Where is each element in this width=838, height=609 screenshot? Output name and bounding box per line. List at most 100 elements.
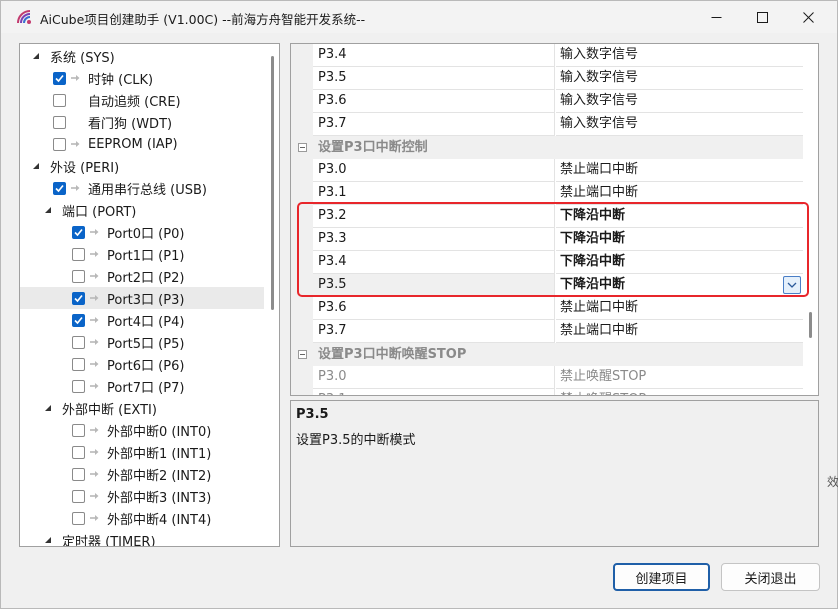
tree-item[interactable]: Port2口 (P2): [20, 265, 264, 287]
grid-category[interactable]: 设置P3口中断唤醒STOP: [291, 343, 803, 366]
tree-item[interactable]: 外部中断 (EXTI): [20, 397, 264, 419]
close-exit-button[interactable]: 关闭退出: [721, 563, 820, 591]
tree-item-checkbox[interactable]: [72, 269, 85, 283]
tree-scrollbar[interactable]: [271, 56, 274, 310]
tree-item[interactable]: 通用串行总线 (USB): [20, 177, 264, 199]
tree-item-label: 通用串行总线 (USB): [88, 182, 207, 198]
property-value[interactable]: 下降沿中断: [556, 228, 803, 251]
arrow-right-icon: [89, 381, 101, 391]
expand-toggle-icon[interactable]: [42, 204, 54, 216]
create-project-button[interactable]: 创建项目: [613, 563, 710, 591]
tree-item-checkbox[interactable]: [72, 313, 85, 327]
tree-item[interactable]: Port3口 (P3): [20, 287, 264, 309]
tree-item[interactable]: Port0口 (P0): [20, 221, 264, 243]
tree-item-checkbox[interactable]: [72, 225, 85, 239]
tree-item[interactable]: 外部中断0 (INT0): [20, 419, 264, 441]
grid-property-row[interactable]: P3.1禁止唤醒STOP: [291, 389, 803, 395]
tree-item[interactable]: Port5口 (P5): [20, 331, 264, 353]
tree-item-checkbox[interactable]: [72, 379, 85, 393]
tree-item-checkbox[interactable]: [72, 357, 85, 371]
grid-category[interactable]: 设置P3口中断控制: [291, 136, 803, 159]
grid-property-row[interactable]: P3.7 禁止端口中断: [291, 320, 803, 343]
tree-item[interactable]: 外部中断3 (INT3): [20, 485, 264, 507]
tree-item-checkbox[interactable]: [72, 247, 85, 261]
grid-scrollbar[interactable]: [809, 312, 812, 338]
collapse-icon[interactable]: [298, 143, 307, 152]
tree-item[interactable]: Port1口 (P1): [20, 243, 264, 265]
tree-item[interactable]: 外部中断2 (INT2): [20, 463, 264, 485]
expand-toggle-icon[interactable]: [30, 50, 42, 62]
tree-item-checkbox[interactable]: [53, 71, 66, 85]
property-value[interactable]: 输入数字信号: [556, 90, 803, 113]
grid-property-row[interactable]: P3.2 下降沿中断: [291, 205, 803, 228]
tree-item[interactable]: 看门狗 (WDT): [20, 111, 264, 133]
tree-item[interactable]: 时钟 (CLK): [20, 67, 264, 89]
tree-item-checkbox[interactable]: [72, 423, 85, 437]
maximize-button[interactable]: [739, 1, 785, 33]
grid-property-row[interactable]: P3.5 输入数字信号: [291, 67, 803, 90]
tree-item-checkbox[interactable]: [72, 445, 85, 459]
peripheral-tree[interactable]: 系统 (SYS) 时钟 (CLK) 自动追频 (CRE) 看门狗 (WDT) EEPRO…: [19, 43, 280, 547]
grid-property-row[interactable]: P3.0 禁止唤醒STOP: [291, 366, 803, 389]
tree-item[interactable]: EEPROM (IAP): [20, 133, 264, 155]
tree-item-checkbox[interactable]: [72, 335, 85, 349]
property-value[interactable]: 输入数字信号: [556, 44, 803, 67]
property-value[interactable]: 输入数字信号: [556, 67, 803, 90]
property-value[interactable]: 下降沿中断: [556, 274, 803, 297]
property-value[interactable]: 禁止端口中断: [556, 182, 803, 205]
tree-item[interactable]: 外设 (PERI): [20, 155, 264, 177]
tree-item-checkbox[interactable]: [53, 115, 66, 129]
grid-property-row[interactable]: P3.6 禁止端口中断: [291, 297, 803, 320]
tree-item-checkbox[interactable]: [72, 511, 85, 525]
property-value[interactable]: 下降沿中断: [556, 205, 803, 228]
close-button[interactable]: [785, 1, 831, 33]
grid-property-row[interactable]: P3.1 禁止端口中断: [291, 182, 803, 205]
tree-item[interactable]: 定时器 (TIMER): [20, 529, 264, 546]
arrow-right-icon: [89, 271, 101, 281]
tree-item-label: 外部中断0 (INT0): [107, 424, 212, 440]
property-grid[interactable]: P3.4 输入数字信号 P3.5 输入数字信号 P3.6 输入数字信号 P3.7 输入数字信号…: [290, 43, 819, 396]
grid-property-row[interactable]: P3.7 输入数字信号: [291, 113, 803, 136]
tree-item[interactable]: Port4口 (P4): [20, 309, 264, 331]
tree-item-checkbox[interactable]: [72, 291, 85, 305]
tree-item-checkbox[interactable]: [72, 467, 85, 481]
tree-item[interactable]: Port7口 (P7): [20, 375, 264, 397]
property-value[interactable]: 下降沿中断: [556, 251, 803, 274]
grid-property-row[interactable]: P3.4 下降沿中断: [291, 251, 803, 274]
tree-item[interactable]: 系统 (SYS): [20, 45, 264, 67]
minimize-button[interactable]: [693, 1, 739, 33]
expand-toggle-icon[interactable]: [30, 160, 42, 172]
property-value[interactable]: 禁止端口中断: [556, 159, 803, 182]
property-name: P3.2: [313, 205, 555, 228]
property-value[interactable]: 输入数字信号: [556, 113, 803, 136]
tree-item[interactable]: 外部中断1 (INT1): [20, 441, 264, 463]
property-value[interactable]: 禁止唤醒STOP: [556, 366, 803, 389]
tree-item-label: Port1口 (P1): [107, 248, 185, 264]
tree-item-checkbox[interactable]: [72, 489, 85, 503]
grid-category-label: 设置P3口中断唤醒STOP: [318, 347, 467, 362]
close-icon: [802, 11, 814, 23]
property-value[interactable]: 禁止唤醒STOP: [556, 389, 803, 395]
collapse-icon[interactable]: [298, 350, 307, 359]
grid-property-row[interactable]: P3.3 下降沿中断: [291, 228, 803, 251]
grid-property-row[interactable]: P3.4 输入数字信号: [291, 44, 803, 67]
tree-item[interactable]: 外部中断4 (INT4): [20, 507, 264, 529]
title-bar[interactable]: AiCube项目创建助手 (V1.00C) --前海方舟智能开发系统--: [1, 1, 837, 33]
property-value[interactable]: 禁止端口中断: [556, 320, 803, 343]
tree-item[interactable]: Port6口 (P6): [20, 353, 264, 375]
tree-item-checkbox[interactable]: [53, 137, 66, 151]
property-value[interactable]: 禁止端口中断: [556, 297, 803, 320]
tree-item[interactable]: 自动追频 (CRE): [20, 89, 264, 111]
grid-property-row[interactable]: P3.5 下降沿中断: [291, 274, 803, 297]
tree-item-label: Port2口 (P2): [107, 270, 185, 286]
tree-item[interactable]: 端口 (PORT): [20, 199, 264, 221]
expand-toggle-icon[interactable]: [42, 402, 54, 414]
tree-item-checkbox[interactable]: [53, 181, 66, 195]
dropdown-chevron-icon[interactable]: [783, 276, 801, 294]
grid-property-row[interactable]: P3.0 禁止端口中断: [291, 159, 803, 182]
tree-item-label: 时钟 (CLK): [88, 72, 154, 88]
property-name: P3.1: [313, 389, 555, 395]
grid-property-row[interactable]: P3.6 输入数字信号: [291, 90, 803, 113]
expand-toggle-icon[interactable]: [42, 534, 54, 546]
tree-item-checkbox[interactable]: [53, 93, 66, 107]
